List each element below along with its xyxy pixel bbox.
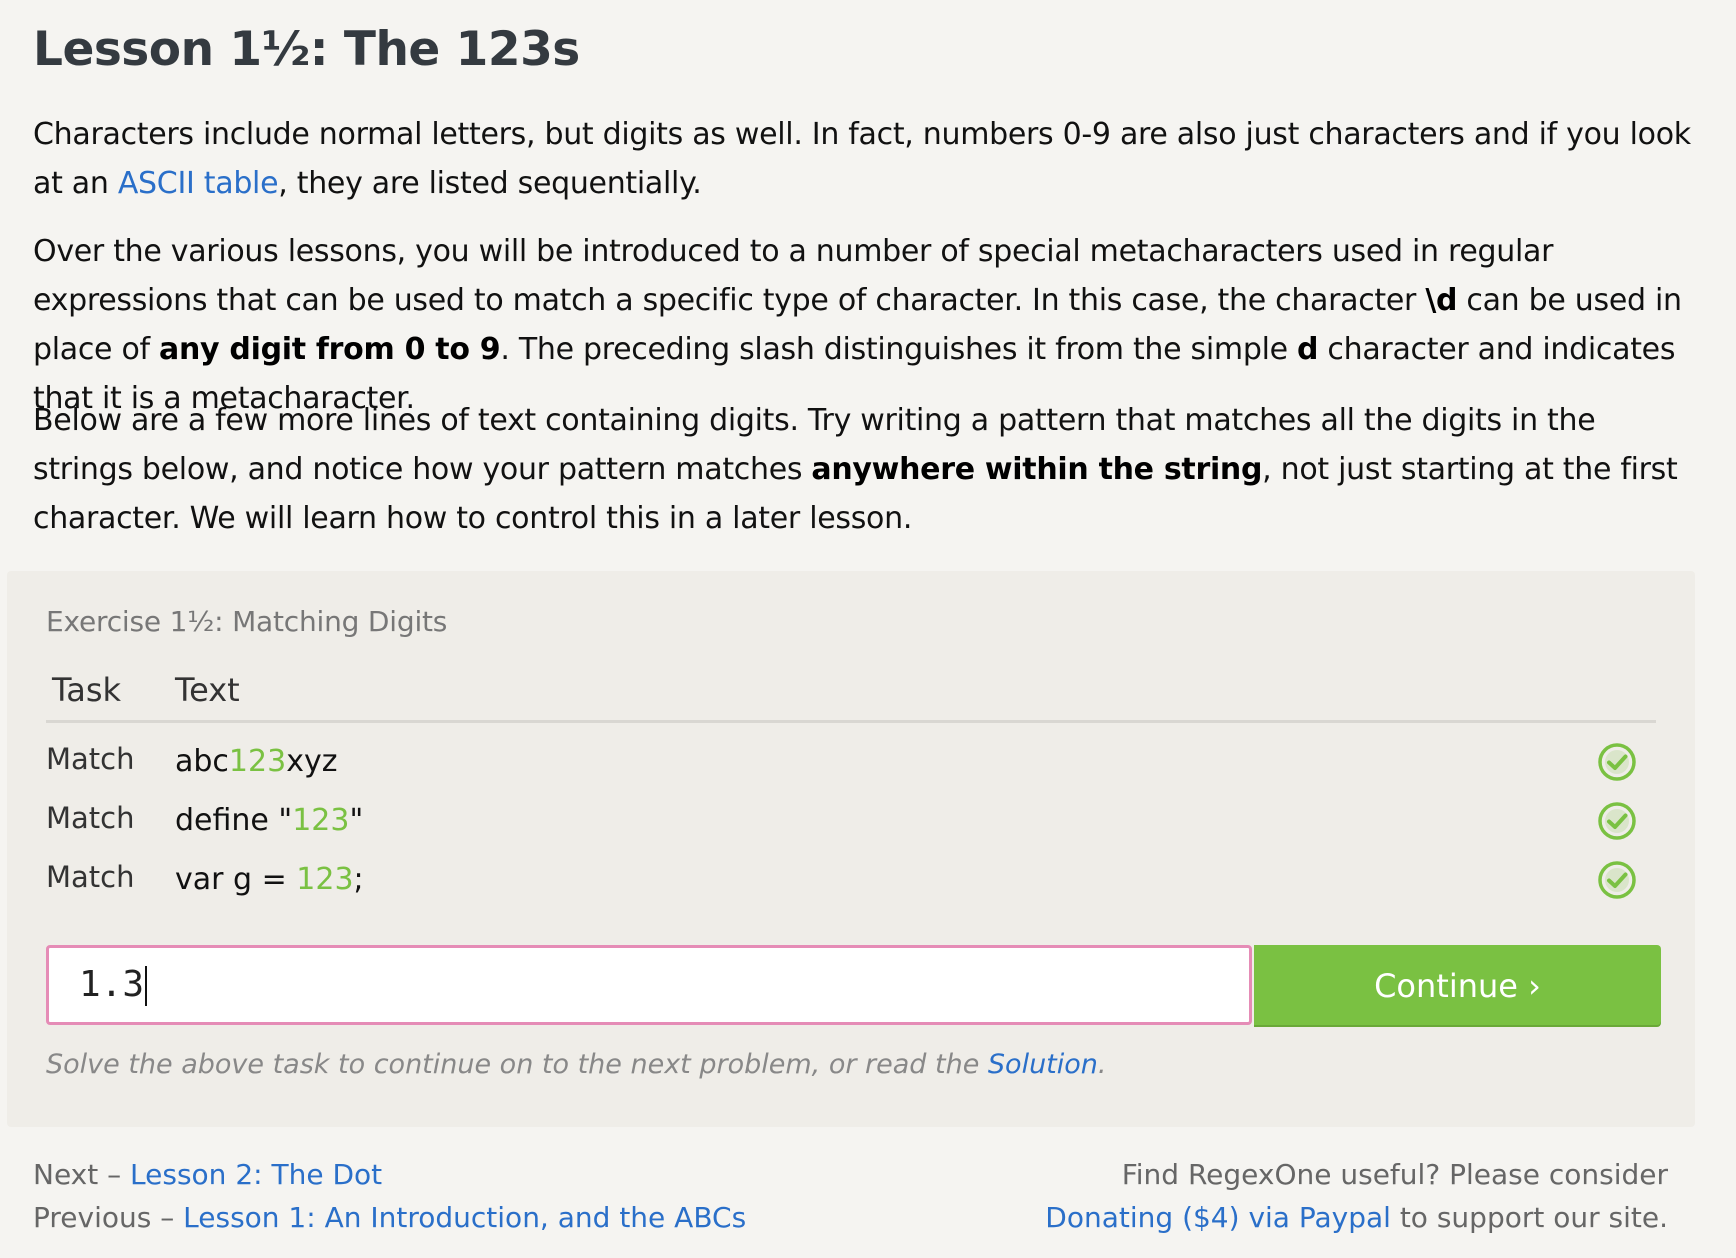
- task-text: var g = 123;: [175, 862, 364, 897]
- donation-prompt: Find RegexOne useful? Please consider: [1121, 1158, 1668, 1191]
- task-column-header: Task: [52, 671, 122, 709]
- next-lesson-link[interactable]: Lesson 2: The Dot: [130, 1158, 382, 1191]
- matched-text: 123: [292, 803, 350, 838]
- previous-lesson-link[interactable]: Lesson 1: An Introduction, and the ABCs: [183, 1201, 746, 1234]
- text-caret: [145, 966, 148, 1006]
- task-label: Match: [46, 860, 135, 894]
- task-label: Match: [46, 801, 135, 835]
- previous-lesson-nav: Previous – Lesson 1: An Introduction, an…: [33, 1201, 746, 1234]
- header-divider: [46, 720, 1656, 723]
- text-segment: abc: [175, 744, 229, 779]
- solution-link[interactable]: Solution: [988, 1049, 1098, 1080]
- paragraph-text: Over the various lessons, you will be in…: [33, 234, 1554, 318]
- input-value: 1.3: [79, 964, 145, 1005]
- next-lesson-nav: Next – Lesson 2: The Dot: [33, 1158, 382, 1191]
- check-icon: [1598, 802, 1636, 840]
- donation-line: Donating ($4) via Paypal to support our …: [1045, 1201, 1668, 1234]
- donate-link[interactable]: Donating ($4) via Paypal: [1045, 1201, 1391, 1234]
- exercise-title: Exercise 1½: Matching Digits: [46, 605, 448, 638]
- nav-prefix: Next –: [33, 1158, 131, 1191]
- task-row: Match define "123": [7, 801, 1695, 861]
- bold-text: any digit from 0 to 9: [159, 332, 501, 367]
- continue-button[interactable]: Continue ›: [1254, 945, 1661, 1025]
- page-title: Lesson 1½: The 123s: [33, 22, 580, 77]
- hint-text: Solve the above task to continue on to t…: [46, 1049, 1107, 1080]
- task-row: Match var g = 123;: [7, 860, 1695, 920]
- text-column-header: Text: [175, 671, 240, 709]
- donation-suffix: to support our site.: [1390, 1201, 1668, 1234]
- regex-pattern-input[interactable]: 1.3: [46, 945, 1252, 1025]
- instruction-paragraph: Below are a few more lines of text conta…: [33, 396, 1693, 543]
- bold-text: anywhere within the string: [811, 452, 1263, 487]
- exercise-panel: Exercise 1½: Matching Digits Task Text M…: [7, 571, 1695, 1127]
- task-label: Match: [46, 742, 135, 776]
- intro-paragraph: Characters include normal letters, but d…: [33, 110, 1693, 208]
- check-icon: [1598, 743, 1636, 781]
- matched-text: 123: [296, 862, 354, 897]
- matched-text: 123: [228, 744, 287, 779]
- hint-segment: .: [1097, 1049, 1107, 1080]
- hint-segment: Solve the above task to continue on to t…: [46, 1049, 988, 1080]
- text-segment: ;: [353, 862, 364, 897]
- paragraph-text: , they are listed sequentially.: [278, 166, 702, 201]
- bold-text: d: [1297, 332, 1319, 367]
- check-icon: [1598, 861, 1636, 899]
- ascii-table-link[interactable]: ASCII table: [118, 166, 279, 201]
- metacharacter-paragraph: Over the various lessons, you will be in…: [33, 227, 1693, 423]
- paragraph-text: . The preceding slash distinguishes it f…: [500, 332, 1297, 367]
- task-text: abc123xyz: [175, 744, 337, 779]
- lesson-page: Lesson 1½: The 123s Characters include n…: [0, 0, 1736, 1258]
- text-segment: var g =: [175, 862, 297, 897]
- text-segment: xyz: [286, 744, 338, 779]
- task-text: define "123": [175, 803, 363, 838]
- text-segment: define ": [175, 803, 293, 838]
- text-segment: ": [349, 803, 364, 838]
- bold-text: \d: [1425, 283, 1458, 318]
- task-row: Match abc123xyz: [7, 742, 1695, 802]
- nav-prefix: Previous –: [33, 1201, 184, 1234]
